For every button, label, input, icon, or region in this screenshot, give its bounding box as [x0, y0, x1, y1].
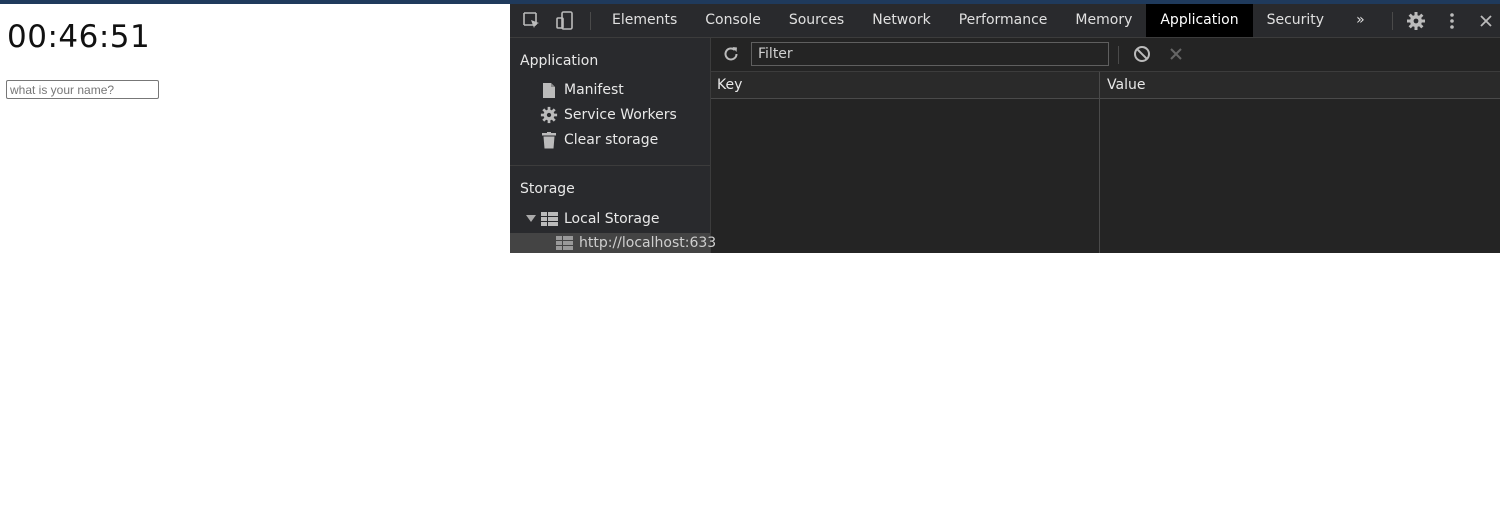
settings-gear-icon[interactable] [1405, 10, 1427, 32]
tab-security[interactable]: Security [1253, 4, 1339, 37]
column-header-value[interactable]: Value [1101, 72, 1500, 98]
trash-icon [540, 131, 558, 149]
sidebar-divider [510, 165, 710, 166]
inspect-element-icon[interactable] [521, 10, 543, 32]
tab-performance[interactable]: Performance [945, 4, 1062, 37]
refresh-icon[interactable] [720, 43, 742, 65]
tab-network[interactable]: Network [858, 4, 944, 37]
tab-console[interactable]: Console [691, 4, 775, 37]
tab-elements[interactable]: Elements [598, 4, 691, 37]
clear-all-icon[interactable] [1131, 43, 1153, 65]
column-header-key[interactable]: Key [711, 72, 1100, 98]
storage-table-header: Key Value [711, 72, 1500, 99]
sidebar-item-label: http://localhost:633 [579, 235, 717, 251]
sidebar-heading-application: Application [520, 53, 599, 69]
file-icon [540, 81, 558, 99]
table-icon [555, 234, 573, 252]
more-tabs-icon[interactable]: » [1338, 4, 1383, 37]
sidebar-item-clear-storage[interactable]: Clear storage [540, 128, 658, 152]
toolbar-separator [1392, 12, 1393, 30]
tab-sources[interactable]: Sources [775, 4, 858, 37]
filterbar-separator [1118, 46, 1119, 64]
devtools-toolbar: Elements Console Sources Network Perform… [510, 4, 1500, 38]
sidebar-item-localhost-origin[interactable]: http://localhost:633 [555, 231, 716, 253]
device-toolbar-icon[interactable] [554, 10, 576, 32]
tab-application[interactable]: Application [1146, 4, 1253, 37]
expand-triangle-icon[interactable] [526, 215, 536, 223]
clock-display: 00:46:51 [7, 19, 151, 55]
tab-memory[interactable]: Memory [1061, 4, 1146, 37]
close-icon[interactable] [1475, 10, 1497, 32]
name-input[interactable] [6, 80, 159, 99]
table-icon [540, 210, 558, 228]
delete-selected-icon[interactable] [1165, 43, 1187, 65]
storage-filter-bar [711, 38, 1500, 72]
sidebar-item-local-storage[interactable]: Local Storage [526, 207, 660, 231]
sidebar-item-label: Local Storage [564, 211, 660, 227]
devtools-panel: Elements Console Sources Network Perform… [510, 4, 1500, 253]
sidebar-item-manifest[interactable]: Manifest [540, 78, 624, 102]
application-sidebar: Application Manifest Service Workers Cle… [510, 38, 716, 253]
sidebar-item-label: Manifest [564, 82, 624, 98]
devtools-tabs: Elements Console Sources Network Perform… [598, 4, 1383, 37]
sidebar-item-label: Clear storage [564, 132, 659, 148]
sidebar-item-label: Service Workers [564, 107, 677, 123]
kebab-menu-icon[interactable] [1441, 10, 1463, 32]
sidebar-heading-storage: Storage [520, 181, 575, 197]
gear-icon [540, 106, 558, 124]
storage-table-body [711, 99, 1500, 253]
sidebar-item-service-workers[interactable]: Service Workers [540, 103, 677, 127]
toolbar-separator [590, 12, 591, 30]
filter-input[interactable] [751, 42, 1109, 66]
